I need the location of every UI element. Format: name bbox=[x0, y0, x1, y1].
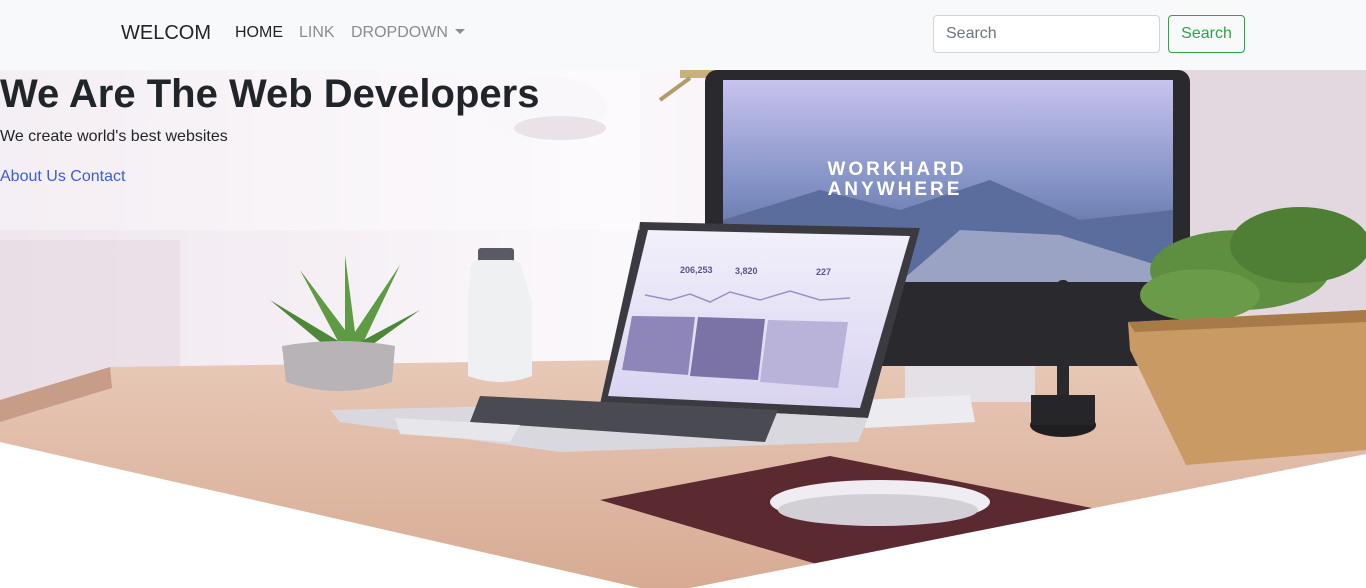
about-us-link[interactable]: About Us bbox=[0, 168, 66, 185]
laptop-stat-2: 3,820 bbox=[735, 266, 758, 276]
search-input[interactable] bbox=[933, 15, 1160, 53]
monitor-text-line2: ANYWHERE bbox=[828, 179, 963, 200]
caret-down-icon bbox=[454, 29, 465, 34]
contact-link[interactable]: Contact bbox=[70, 168, 125, 185]
laptop-stat-1: 206,253 bbox=[680, 265, 713, 275]
nav-dropdown-toggle[interactable]: DROPDOWN bbox=[351, 24, 465, 42]
hero-subtitle: We create world's best websites bbox=[0, 128, 228, 145]
hero-background-image: WORKHARD ANYWHERE 206,253 3,820 227 bbox=[0, 70, 1366, 588]
laptop-stat-3: 227 bbox=[816, 267, 831, 277]
nav-home[interactable]: HOME bbox=[235, 24, 283, 42]
hero-title: We Are The Web Developers bbox=[0, 72, 540, 116]
nav-dropdown-label: DROPDOWN bbox=[351, 24, 448, 41]
monitor-text-line1: WORKHARD bbox=[827, 159, 966, 180]
hero-section: WORKHARD ANYWHERE 206,253 3,820 227 We A… bbox=[0, 70, 1366, 588]
hero-links: About Us Contact bbox=[0, 168, 125, 186]
nav-link[interactable]: LINK bbox=[299, 24, 335, 42]
navbar: WELCOM HOME LINK DROPDOWN Search bbox=[0, 0, 1366, 70]
brand-logo[interactable]: WELCOM bbox=[121, 22, 211, 45]
search-button[interactable]: Search bbox=[1168, 15, 1245, 53]
